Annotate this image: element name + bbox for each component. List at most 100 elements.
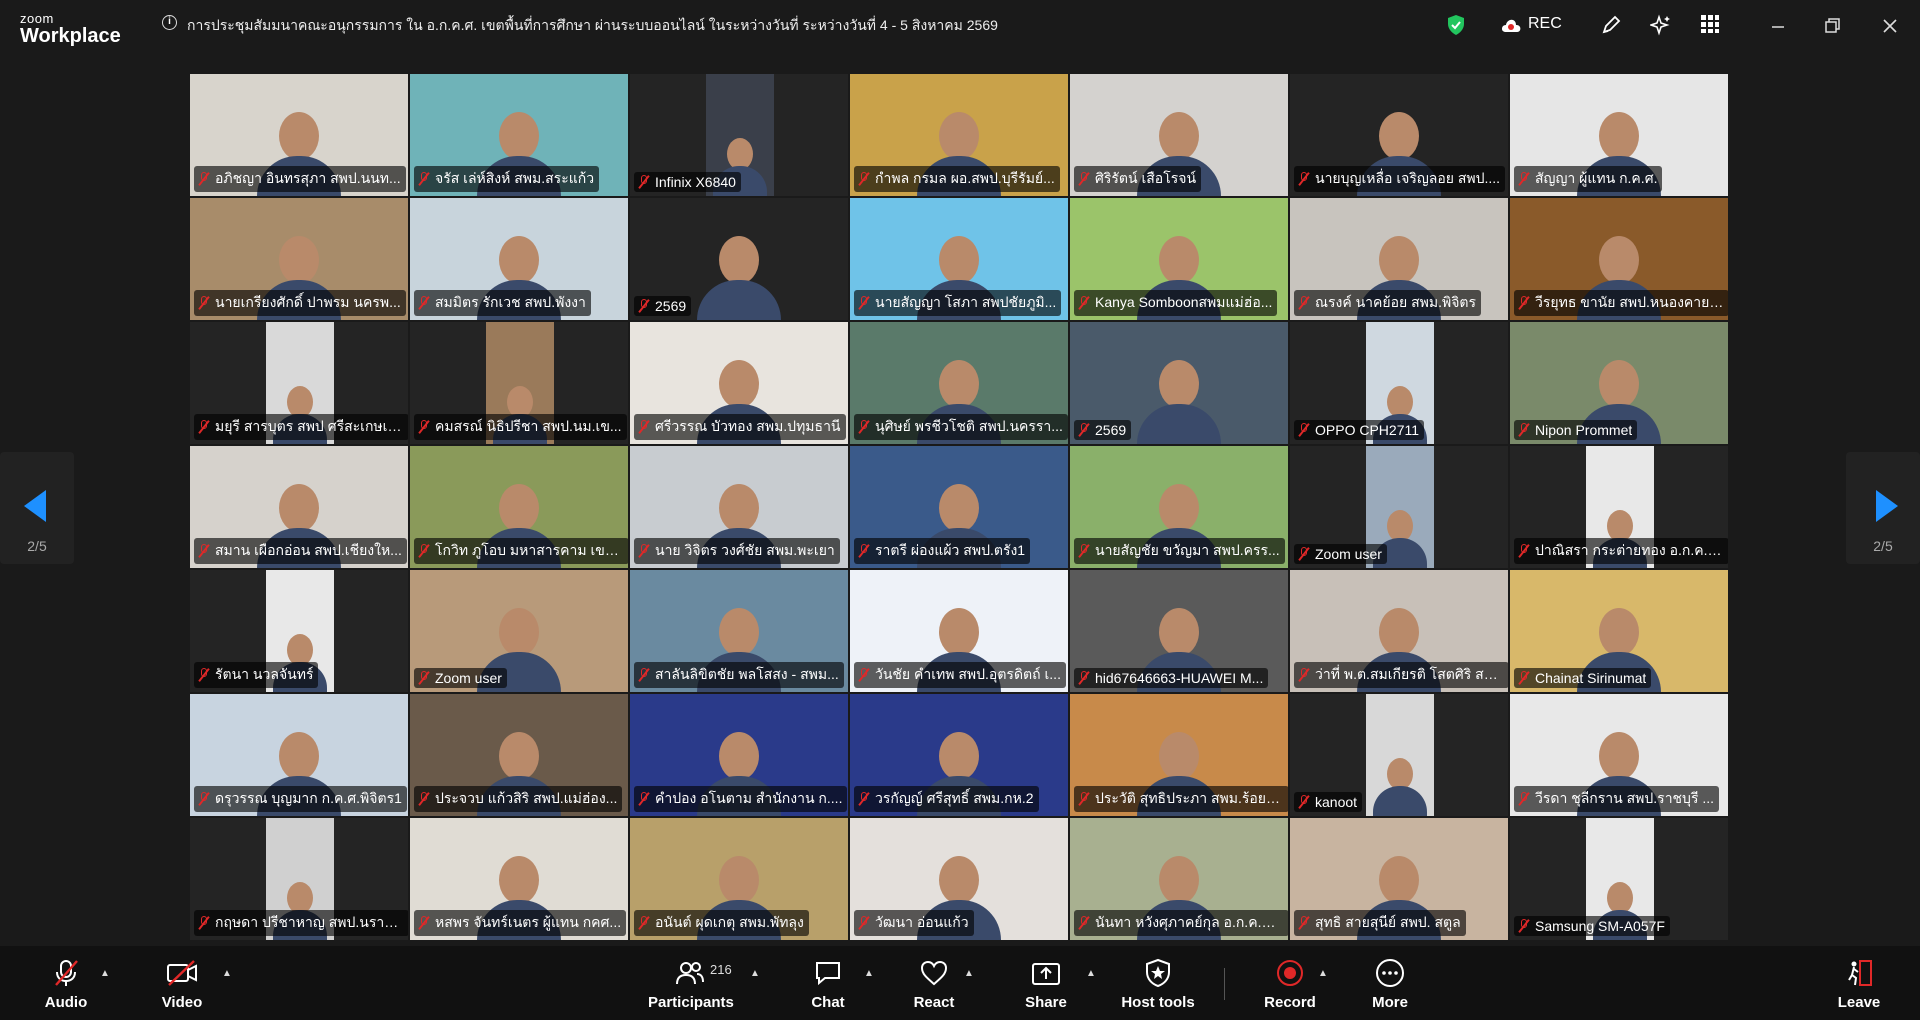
more-label: More (1372, 994, 1408, 1011)
shield-icon[interactable] (1446, 14, 1466, 41)
leave-icon (1848, 960, 1872, 986)
participant-tile[interactable]: สมมิตร รักเวช สพป.พังงา (410, 198, 628, 320)
record-button[interactable]: Record (1264, 958, 1316, 1011)
participant-name-label: นุศิษย์ พรชีวโชติ สพป.นครรา... (854, 414, 1068, 440)
participant-tile[interactable]: วีรดา ชุลีกราน สพป.ราชบุรี ... (1510, 694, 1728, 816)
next-page-button[interactable]: 2/5 (1846, 452, 1920, 564)
restore-icon[interactable] (1820, 14, 1844, 38)
participant-tile[interactable]: OPPO CPH2711 (1290, 322, 1508, 444)
participant-tile[interactable]: กฤษดา ปรีชาหาญ สพป.นราธิ... (190, 818, 408, 940)
pen-icon[interactable] (1600, 14, 1622, 41)
participant-tile[interactable]: ศรีวรรณ บัวทอง สพม.ปทุมธานี (630, 322, 848, 444)
participant-tile[interactable]: วัฒนา อ่อนแก้ว (850, 818, 1068, 940)
participant-tile[interactable]: จรัส เล่ห์สิงห์ สพม.สระแก้ว (410, 74, 628, 196)
participant-tile[interactable]: Kanya Somboonสพมแม่ฮ่อ... (1070, 198, 1288, 320)
audio-button[interactable]: Audio (44, 958, 88, 1011)
participant-tile[interactable]: นายสัญญา โสภา สพปชัยภูมิ... (850, 198, 1068, 320)
participant-tile[interactable]: วรกัญญ์ ศรีสุทธิ์ สพม.กห.2 (850, 694, 1068, 816)
participant-tile[interactable]: อภิชญา อินทรสุภา สพป.นนท... (190, 74, 408, 196)
info-icon[interactable]: i (162, 15, 177, 30)
participant-name: สุทธิ สายสุนีย์ สพป. สตูล (1315, 914, 1461, 930)
leave-button[interactable]: Leave (1836, 958, 1882, 1011)
participant-tile[interactable]: สมาน เผือกอ่อน สพป.เชียงให... (190, 446, 408, 568)
muted-mic-icon (858, 296, 870, 310)
participant-tile[interactable]: 2569 (1070, 322, 1288, 444)
participant-name: ว่าที่ พ.ต.สมเกียรติ โสตศิริ สพ... (1315, 666, 1504, 682)
participant-tile[interactable]: ราตรี ผ่องแผ้ว สพป.ตรัง1 (850, 446, 1068, 568)
participant-tile[interactable]: Infinix X6840 (630, 74, 848, 196)
participant-name-label: หสพร จันทร์เนตร ผู้แทน กคศ... (414, 910, 627, 936)
record-icon (1277, 960, 1303, 986)
participant-tile[interactable]: Samsung SM-A057F (1510, 818, 1728, 940)
muted-mic-icon (638, 299, 650, 313)
participant-tile[interactable]: 2569 (630, 198, 848, 320)
participant-tile[interactable]: นายบุญเหลื่อ เจริญลอย สพป.... (1290, 74, 1508, 196)
participant-tile[interactable]: Zoom user (1290, 446, 1508, 568)
participant-name: วรกัญญ์ ศรีสุทธิ์ สพม.กห.2 (875, 790, 1034, 806)
participant-tile[interactable]: hid67646663-HUAWEI M... (1070, 570, 1288, 692)
participant-name-label: สาลันลิขิตชัย พลโสสง - สพม... (634, 662, 844, 688)
participant-tile[interactable]: โกวิท ภูโอบ มหาสารคาม เขต 1 (410, 446, 628, 568)
participant-tile[interactable]: สัญญา ผู้แทน ก.ค.ศ. (1510, 74, 1728, 196)
participant-name: สมมิตร รักเวช สพป.พังงา (435, 294, 586, 310)
host-tools-button[interactable]: Host tools (1120, 958, 1196, 1011)
participant-tile[interactable]: ปาณิสรา กระต่ายทอง อ.ก.ค.ศ... (1510, 446, 1728, 568)
participant-tile[interactable]: อนันต์ ผุดเกตุ สพม.พัทลุง (630, 818, 848, 940)
rec-label[interactable]: REC (1528, 15, 1562, 33)
participant-tile[interactable]: ดรุวรรณ บุญมาก ก.ค.ศ.พิจิตร1 (190, 694, 408, 816)
participant-tile[interactable]: นายเกรียงศักดิ์ ปาพรม นครพ... (190, 198, 408, 320)
video-options-chevron-icon[interactable]: ▲ (222, 968, 232, 979)
participant-name: Kanya Somboonสพมแม่ฮ่อ... (1095, 294, 1273, 310)
chat-button[interactable]: Chat (808, 958, 848, 1011)
more-button[interactable]: More (1370, 958, 1410, 1011)
participant-tile[interactable]: นันทา หวังศุภาคย์กุล อ.ก.ค.ศ. ... (1070, 818, 1288, 940)
react-button[interactable]: React (912, 958, 956, 1011)
cloud-record-icon[interactable] (1500, 16, 1522, 39)
participant-tile[interactable]: Nipon Prommet (1510, 322, 1728, 444)
sparkle-icon[interactable] (1648, 14, 1672, 41)
participant-tile[interactable]: สุทธิ สายสุนีย์ สพป. สตูล (1290, 818, 1508, 940)
participant-tile[interactable]: ว่าที่ พ.ต.สมเกียรติ โสตศิริ สพ... (1290, 570, 1508, 692)
record-options-chevron-icon[interactable]: ▲ (1318, 968, 1328, 979)
participant-tile[interactable]: ณรงค์ นาคย้อย สพม.พิจิตร (1290, 198, 1508, 320)
participant-tile[interactable]: กำพล กรมล ผอ.สพป.บุรีรัมย์... (850, 74, 1068, 196)
video-button[interactable]: Video (160, 958, 204, 1011)
participant-name: วีรยุทธ ขานัย สพป.หนองคาย เ... (1535, 294, 1724, 310)
participant-tile[interactable]: รัตนา นวลจันทร์ (190, 570, 408, 692)
participant-name: นาย วิจิตร วงศ์ชัย สพม.พะเยา (655, 542, 835, 558)
share-options-chevron-icon[interactable]: ▲ (1086, 968, 1096, 979)
previous-page-button[interactable]: 2/5 (0, 452, 74, 564)
participant-tile[interactable]: ประวัติ สุทธิประภา สพม.ร้อยเอ็ด (1070, 694, 1288, 816)
participant-tile[interactable]: หสพร จันทร์เนตร ผู้แทน กคศ... (410, 818, 628, 940)
participant-tile[interactable]: Chainat Sirinumat (1510, 570, 1728, 692)
close-icon[interactable] (1878, 14, 1902, 38)
participant-name: ดรุวรรณ บุญมาก ก.ค.ศ.พิจิตร1 (215, 790, 402, 806)
participant-tile[interactable]: สาลันลิขิตชัย พลโสสง - สพม... (630, 570, 848, 692)
participant-name: อนันต์ ผุดเกตุ สพม.พัทลุง (655, 914, 804, 930)
participant-name: หสพร จันทร์เนตร ผู้แทน กคศ... (435, 914, 622, 930)
participant-tile[interactable]: คำปอง อโนตาม สำนักงาน ก.... (630, 694, 848, 816)
audio-options-chevron-icon[interactable]: ▲ (100, 968, 110, 979)
participant-tile[interactable]: คมสรณ์ นิธิปรีชา สพป.นม.เข... (410, 322, 628, 444)
participant-name: วีรดา ชุลีกราน สพป.ราชบุรี ... (1535, 790, 1715, 806)
participant-tile[interactable]: นาย วิจิตร วงศ์ชัย สพม.พะเยา (630, 446, 848, 568)
participant-tile[interactable]: นุศิษย์ พรชีวโชติ สพป.นครรา... (850, 322, 1068, 444)
muted-mic-icon (858, 544, 870, 558)
apps-grid-icon[interactable] (1700, 14, 1720, 39)
participant-tile[interactable]: วีรยุทธ ขานัย สพป.หนองคาย เ... (1510, 198, 1728, 320)
participant-tile[interactable]: นายสัญชัย ขวัญมา สพป.ครร... (1070, 446, 1288, 568)
react-options-chevron-icon[interactable]: ▲ (964, 968, 974, 979)
participant-tile[interactable]: วันชัย คำเทพ สพป.อุตรดิตถ์ เ... (850, 570, 1068, 692)
share-button[interactable]: Share (1024, 958, 1068, 1011)
participant-tile[interactable]: ประจวบ แก้วสิริ สพป.แม่ฮ่อง... (410, 694, 628, 816)
participant-tile[interactable]: ศิริรัตน์ เสือโรจน์ (1070, 74, 1288, 196)
participant-tile[interactable]: Zoom user (410, 570, 628, 692)
participant-tile[interactable]: kanoot (1290, 694, 1508, 816)
participant-name-label: วีรดา ชุลีกราน สพป.ราชบุรี ... (1514, 786, 1720, 812)
participants-options-chevron-icon[interactable]: ▲ (750, 968, 760, 979)
participant-tile[interactable]: มยุรี สารบุตร สพป ศรีสะเกษเข... (190, 322, 408, 444)
participant-name-label: Kanya Somboonสพมแม่ฮ่อ... (1074, 290, 1278, 316)
participant-name: Samsung SM-A057F (1535, 918, 1665, 934)
chat-options-chevron-icon[interactable]: ▲ (864, 968, 874, 979)
minimize-icon[interactable] (1766, 14, 1790, 38)
